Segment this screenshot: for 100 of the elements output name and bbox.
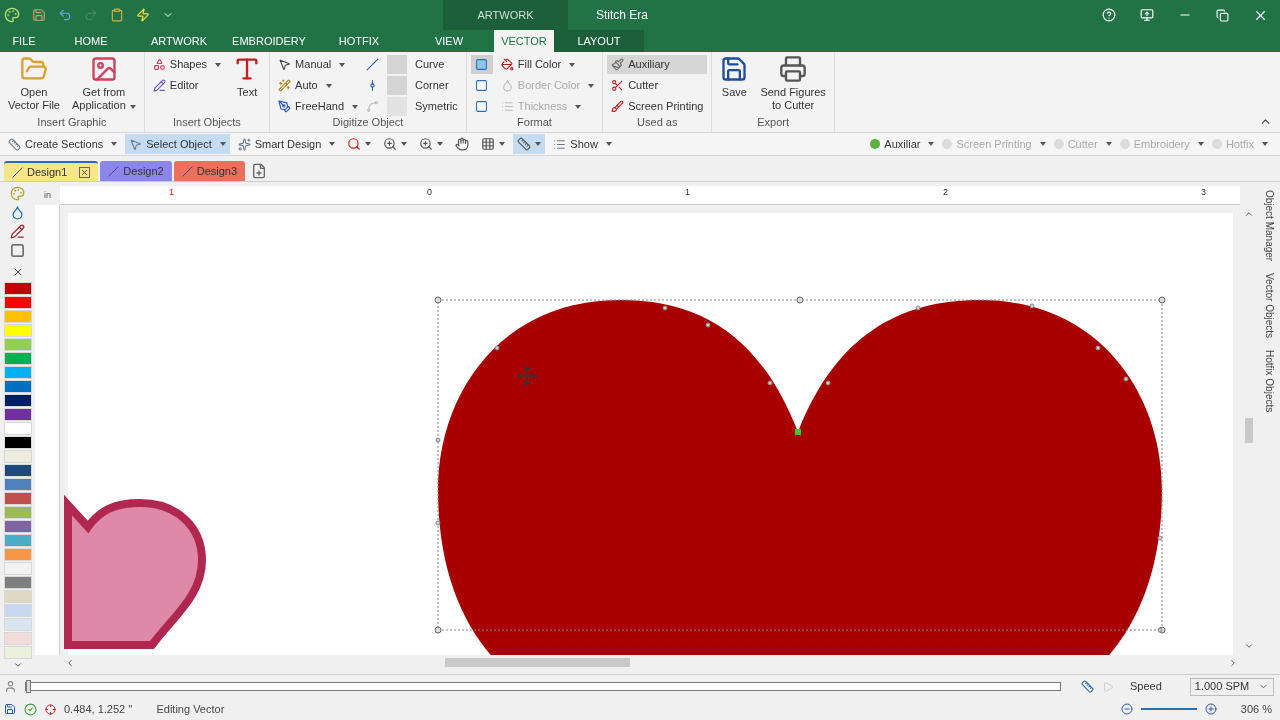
color-swatch[interactable] [3,520,32,533]
document-tab[interactable]: Design3 [173,161,246,181]
scroll-thumb[interactable] [1245,417,1253,443]
scroll-thumb[interactable] [445,658,630,667]
node-point[interactable] [825,380,831,386]
color-swatch[interactable] [3,338,32,351]
selection-handle[interactable] [796,296,804,304]
slider-thumb[interactable] [26,680,31,693]
ribbon-button[interactable]: FreeHand [274,97,363,116]
ribbon-button[interactable]: Open Vector File [4,55,64,115]
person-icon[interactable] [4,680,17,693]
scroll-down-icon[interactable] [1244,641,1254,651]
zoom-in-icon[interactable] [1204,703,1217,715]
toolbar-button[interactable]: Select Object [125,134,230,154]
side-panel-tab[interactable]: Vector Objects [1261,273,1277,339]
scroll-right-icon[interactable] [1228,657,1238,668]
color-swatch[interactable] [3,478,32,491]
node-point[interactable] [1123,376,1129,382]
ribbon-button[interactable]: Screen Printing [607,97,708,116]
lightning-icon[interactable] [136,8,150,22]
color-swatch[interactable] [3,450,32,463]
ribbon-tab[interactable]: ARTWORK [134,30,224,52]
color-swatch[interactable] [3,436,32,449]
node-point[interactable] [915,305,921,311]
color-swatch[interactable] [3,422,32,435]
fill-icon[interactable] [10,205,25,220]
node-point[interactable] [435,520,441,526]
node-point[interactable] [494,345,500,351]
ribbon-button[interactable]: Text [229,55,266,115]
ribbon-tab[interactable]: HOME [48,30,134,52]
ribbon-button[interactable]: Fill Color [496,55,599,74]
scroll-left-icon[interactable] [65,657,75,668]
toolbar-button[interactable] [513,134,546,154]
node-point[interactable] [767,380,773,386]
toolbar-button[interactable]: Smart Design [233,134,340,154]
color-swatch[interactable] [3,590,32,603]
ribbon-tab[interactable]: EMBROIDERY [224,30,314,52]
speed-dropdown[interactable]: 1.000 SPM [1189,677,1274,696]
ribbon-tab[interactable]: VECTOR [494,30,554,52]
ribbon-tab[interactable]: HOTFIX [314,30,404,52]
new-document-icon[interactable] [251,163,268,179]
color-swatch[interactable] [3,562,32,575]
node-point[interactable] [1157,627,1163,633]
side-panel-tab[interactable]: Hotfix Objects [1261,350,1277,413]
selection-handle[interactable] [434,296,442,304]
side-panel-tab[interactable]: Object Manager [1261,190,1277,262]
node-point[interactable] [795,429,801,435]
document-tab[interactable]: Design1 [4,161,99,181]
node-point[interactable] [662,305,668,311]
color-swatch[interactable] [3,576,32,589]
clipboard-icon[interactable] [110,8,124,22]
palette-icon[interactable] [10,186,25,201]
ribbon-button[interactable]: Corner [366,76,462,95]
node-point[interactable] [1029,303,1035,309]
color-swatch[interactable] [3,618,32,631]
color-swatch[interactable] [3,492,32,505]
color-swatch[interactable] [3,380,32,393]
ribbon-tab[interactable]: LAYOUT [554,30,644,52]
selection-handle[interactable] [1158,296,1166,304]
scroll-down-icon[interactable] [12,660,23,670]
color-swatch[interactable] [3,604,32,617]
undo-icon[interactable] [58,8,72,22]
ribbon-tab[interactable]: VIEW [404,30,494,52]
ribbon-button[interactable]: Get from Application [67,55,140,115]
ribbon-button[interactable]: Auxiliary [607,55,708,74]
layer-toggle[interactable]: Auxiliar [870,135,935,153]
ribbon-button[interactable]: Send Figures to Cutter [756,55,830,115]
toolbar-button[interactable]: Create Sections [4,134,122,154]
color-swatch[interactable] [3,282,32,295]
ribbon-button[interactable]: Manual [274,55,363,74]
node-point[interactable] [435,437,441,443]
toolbar-button[interactable]: Show [549,134,616,154]
save-icon[interactable] [32,8,46,22]
pencil-icon[interactable] [10,224,25,239]
color-swatch[interactable] [3,366,32,379]
ribbon-button[interactable]: Curve [366,55,462,74]
ruler-icon[interactable] [1081,680,1094,693]
border-icon[interactable] [10,243,25,258]
restore-icon[interactable] [1216,8,1229,22]
fill-style-button[interactable] [470,55,493,74]
color-swatch[interactable] [3,296,32,309]
ribbon-button[interactable]: Editor [148,76,226,95]
save-icon[interactable] [4,703,16,715]
color-swatch[interactable] [3,548,32,561]
document-tab[interactable]: Design2 [100,161,172,181]
color-swatch[interactable] [3,506,32,519]
color-swatch[interactable] [3,464,32,477]
color-swatch[interactable] [3,310,32,323]
ribbon-button[interactable]: Cutter [607,76,708,95]
help-icon[interactable] [1102,8,1116,22]
zoom-out-icon[interactable] [1120,703,1133,715]
ribbon-button[interactable]: Shapes [148,55,226,74]
color-swatch[interactable] [3,632,32,645]
color-swatch[interactable] [3,324,32,337]
scroll-up-icon[interactable] [1244,209,1254,219]
progress-track[interactable] [25,682,1061,691]
ribbon-button[interactable]: Auto [274,76,363,95]
selection-handle[interactable] [434,626,442,634]
color-swatch[interactable] [3,394,32,407]
color-swatch[interactable] [3,646,32,659]
